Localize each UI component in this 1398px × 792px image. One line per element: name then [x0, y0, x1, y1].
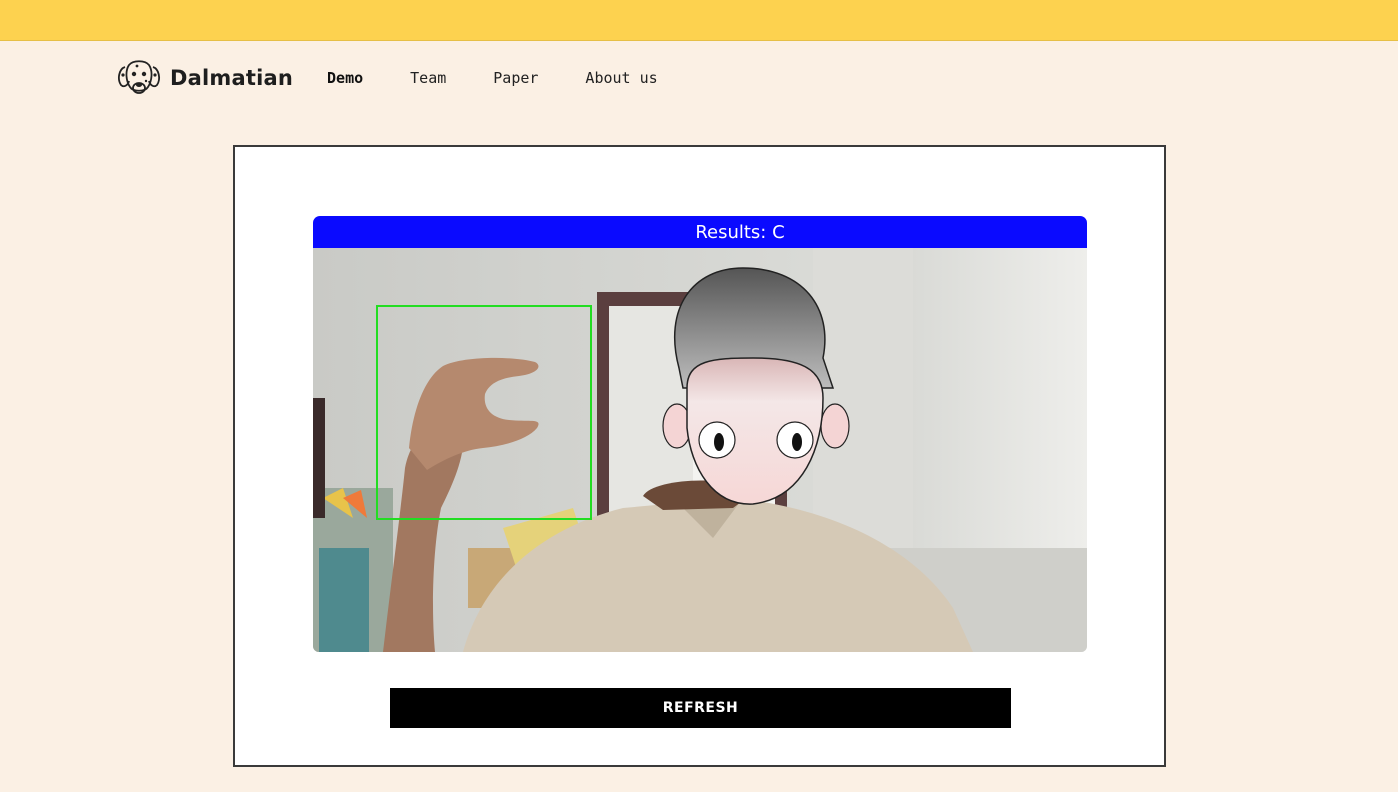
nav-link-about-us[interactable]: About us [585, 69, 657, 87]
results-bar: Results: C [313, 216, 1087, 248]
brand-home-link[interactable]: Dalmatian [115, 57, 293, 99]
nav-link-demo[interactable]: Demo [327, 69, 363, 87]
dalmatian-dog-icon [118, 60, 160, 94]
webcam-scene-image [313, 248, 1087, 652]
results-text: Results: C [695, 221, 785, 243]
brand-name: Dalmatian [170, 66, 294, 90]
nav-link-paper[interactable]: Paper [493, 69, 538, 87]
webcam-feed [313, 248, 1087, 652]
top-accent-strip [0, 0, 1398, 41]
top-navigation: Dalmatian Demo Team Paper About us [115, 57, 705, 99]
nav-links: Demo Team Paper About us [327, 69, 705, 87]
demo-card: Results: C REFRESH [233, 145, 1166, 767]
nav-link-team[interactable]: Team [410, 69, 446, 87]
refresh-button[interactable]: REFRESH [390, 688, 1011, 728]
